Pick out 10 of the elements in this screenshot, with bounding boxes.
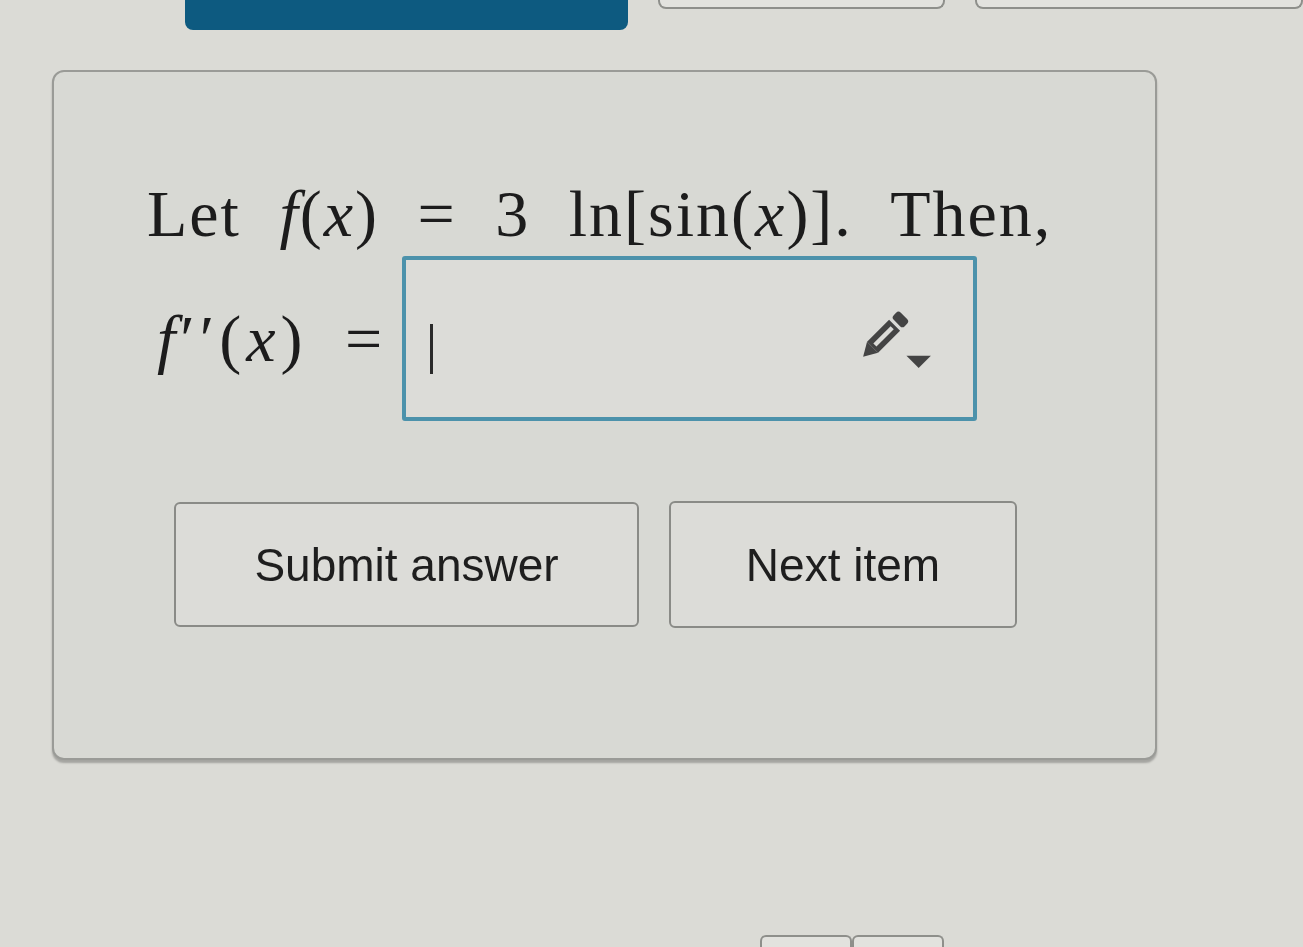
next-item-button[interactable]: Next item xyxy=(669,501,1017,628)
text-cursor-icon xyxy=(430,323,433,374)
answer-label: f′′(x) = xyxy=(157,300,388,377)
tab[interactable] xyxy=(852,935,944,947)
answer-field[interactable] xyxy=(402,256,977,421)
tab[interactable] xyxy=(974,0,1303,9)
tab[interactable] xyxy=(760,935,852,947)
tab[interactable] xyxy=(657,0,945,9)
submit-answer-button[interactable]: Submit answer xyxy=(174,502,639,627)
question-text: Let f(x) = 3 ln[sin(x)]. Then, xyxy=(146,176,1054,252)
